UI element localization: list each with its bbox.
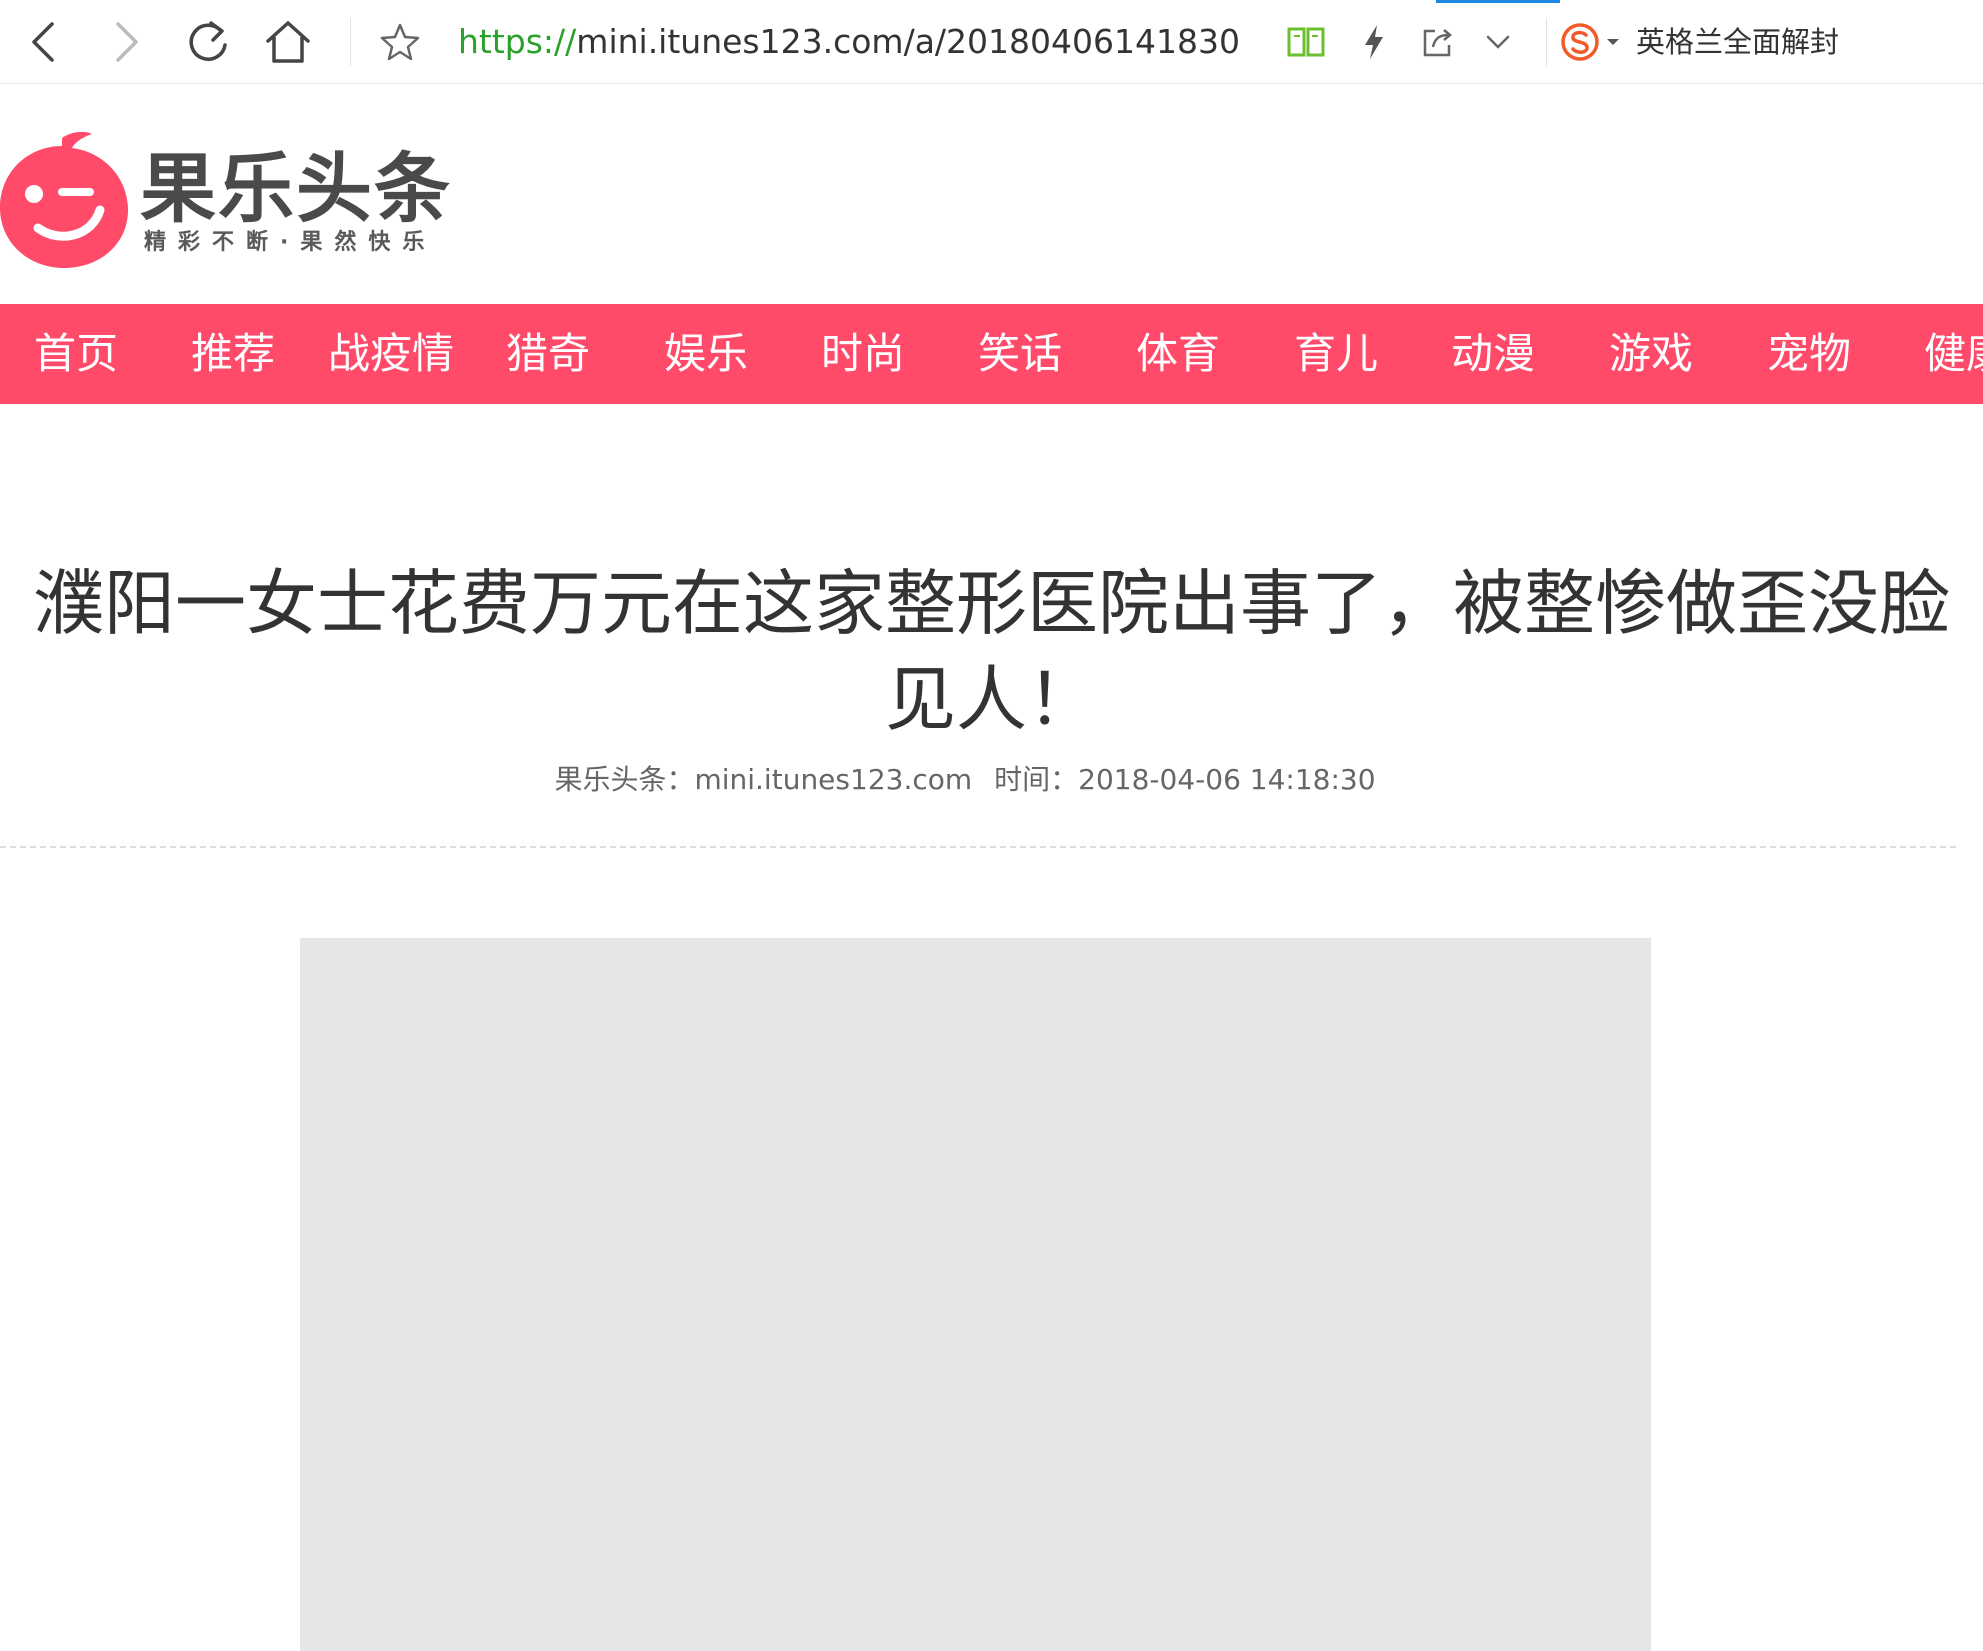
article-time: 时间：2018-04-06 14:18:30 [994, 763, 1376, 796]
nav-item-sports[interactable]: 体育 [1136, 304, 1220, 404]
site-header: 果乐头条 精彩不断·果然快乐 [0, 84, 1983, 304]
browser-toolbar: https://mini.itunes123.com/a/20180406141… [0, 0, 1983, 84]
nav-item-games[interactable]: 游戏 [1609, 304, 1693, 404]
home-icon [266, 21, 310, 63]
reload-icon [189, 21, 227, 61]
nav-item-entertainment[interactable]: 娱乐 [664, 304, 748, 404]
nav-item-anime[interactable]: 动漫 [1451, 304, 1535, 404]
back-arrow-icon [32, 22, 54, 62]
nav-item-parenting[interactable]: 育儿 [1294, 304, 1378, 404]
nav-item-jokes[interactable]: 笑话 [978, 304, 1062, 404]
article-meta: 果乐头条：mini.itunes123.com 时间：2018-04-06 14:… [0, 758, 1930, 798]
category-nav: 首页 推荐 战疫情 猎奇 娱乐 时尚 笑话 体育 育儿 动漫 游戏 宠物 健康 [0, 304, 1983, 404]
back-button[interactable] [14, 12, 74, 72]
search-engine-selector[interactable] [1560, 18, 1630, 66]
sogou-s-icon [1561, 23, 1599, 61]
nav-item-curiosity[interactable]: 猎奇 [506, 304, 590, 404]
book-icon [1287, 27, 1325, 57]
nav-item-fashion[interactable]: 时尚 [821, 304, 905, 404]
reader-mode-button[interactable] [1276, 12, 1336, 72]
more-dropdown-button[interactable] [1468, 12, 1528, 72]
nav-item-health[interactable]: 健康 [1924, 304, 1983, 404]
site-slogan: 精彩不断·果然快乐 [144, 230, 437, 255]
share-button[interactable] [1408, 12, 1468, 72]
home-button[interactable] [258, 12, 318, 72]
address-protocol: https:// [458, 22, 577, 61]
page-loading-bar [1436, 0, 1560, 3]
reload-button[interactable] [178, 12, 238, 72]
forward-button[interactable] [96, 12, 156, 72]
chevron-down-icon [1486, 35, 1510, 49]
star-icon [380, 23, 420, 61]
nav-item-pets[interactable]: 宠物 [1767, 304, 1851, 404]
caret-down-icon [1607, 39, 1619, 45]
address-bar[interactable]: https://mini.itunes123.com/a/20180406141… [458, 18, 1238, 66]
article-source: 果乐头条：mini.itunes123.com [554, 763, 973, 796]
article-title: 濮阳一女士花费万元在这家整形医院出事了，被整惨做歪没脸 见人！ [0, 556, 1983, 748]
nav-item-epidemic[interactable]: 战疫情 [328, 304, 454, 404]
forward-arrow-icon [116, 22, 138, 62]
nav-item-home[interactable]: 首页 [34, 304, 118, 404]
article-title-line-2: 见人！ [884, 658, 1098, 741]
article-image-placeholder [300, 938, 1651, 1651]
address-url: mini.itunes123.com/a/20180406141830236/3 [576, 22, 1238, 61]
lightning-icon [1365, 25, 1383, 59]
toolbar-separator [1546, 18, 1547, 66]
nav-item-recommend[interactable]: 推荐 [191, 304, 275, 404]
bookmark-button[interactable] [370, 12, 430, 72]
speed-mode-button[interactable] [1344, 12, 1404, 72]
article-title-line-1: 濮阳一女士花费万元在这家整形医院出事了，被整惨做歪没脸 [32, 562, 1950, 645]
site-name[interactable]: 果乐头条 [140, 144, 452, 234]
site-logo-icon[interactable] [0, 128, 130, 268]
search-hint-text[interactable]: 英格兰全面解封 [1636, 18, 1839, 66]
share-icon [1423, 29, 1452, 57]
article-divider [0, 846, 1956, 848]
toolbar-separator [350, 18, 351, 66]
